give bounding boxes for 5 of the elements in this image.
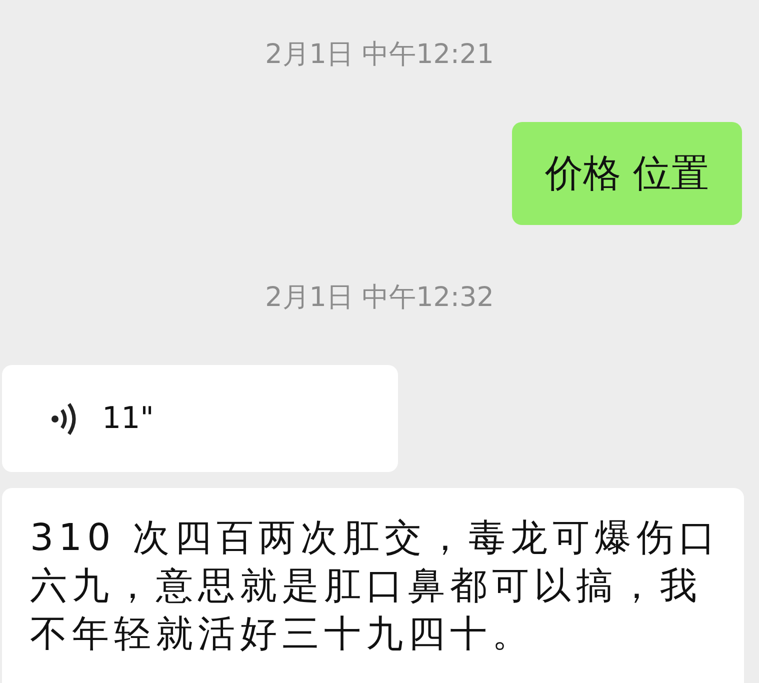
message-bubble: 价格 位置 [512, 122, 742, 225]
message-bubble: 310 次四百两次肛交，毒龙可爆伤口六九，意思就是肛口鼻都可以搞，我不年轻就活好三十九四十。 [2, 488, 744, 683]
voice-message[interactable]: 11" [2, 365, 398, 472]
timestamp: 2月1日 中午12:32 [265, 281, 494, 315]
timestamp: 2月1日 中午12:21 [265, 38, 494, 72]
